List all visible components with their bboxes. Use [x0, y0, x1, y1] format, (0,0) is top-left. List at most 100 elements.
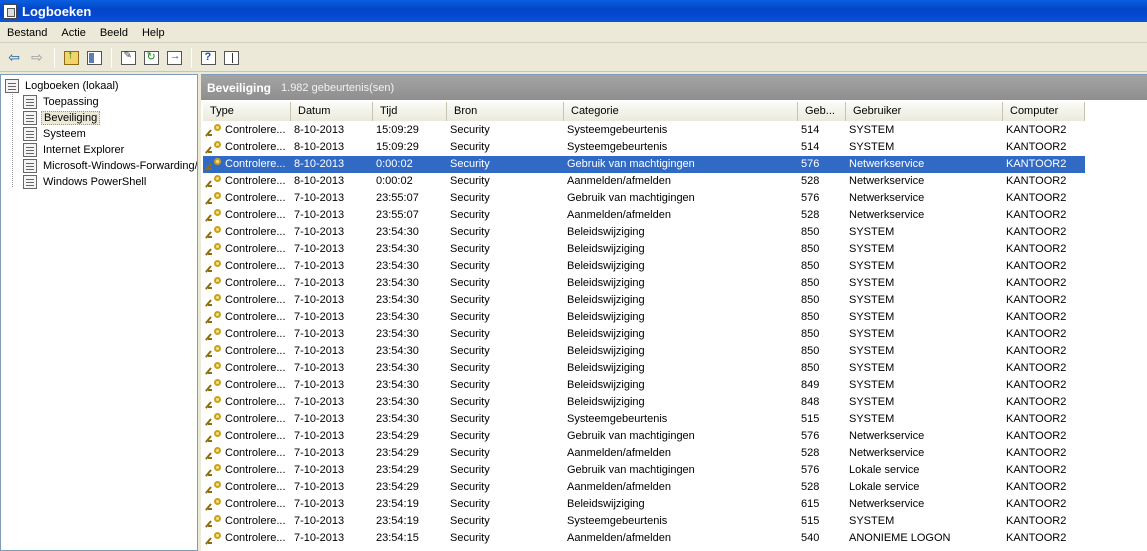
cell-bron: Security — [450, 396, 490, 408]
forward-arrow-icon: ⇨ — [31, 49, 43, 65]
cell-type-label: Controlere... — [225, 277, 286, 289]
table-row[interactable]: Controlere... 7-10-2013 23:54:15 Security Aa… — [203, 530, 1085, 547]
tree-item-systeem[interactable]: Systeem — [23, 126, 88, 142]
column-header-datum[interactable]: Datum — [291, 102, 373, 121]
cell-datum: 7-10-2013 — [294, 379, 345, 391]
menu-actie[interactable]: Actie — [54, 27, 92, 39]
menu-beeld[interactable]: Beeld — [93, 27, 135, 39]
table-row[interactable]: Controlere... 7-10-2013 23:55:07 Security Ge… — [203, 190, 1085, 207]
table-row[interactable]: Controlere... 7-10-2013 23:54:30 Security Sy… — [203, 411, 1085, 428]
cell-type-label: Controlere... — [225, 481, 286, 493]
log-icon — [23, 159, 37, 173]
cell-bron: Security — [450, 192, 490, 204]
table-row[interactable]: Controlere... 8-10-2013 15:09:29 Security Sy… — [203, 139, 1085, 156]
console-tree[interactable]: Logboeken (lokaal) Toepassing Beveiligin… — [0, 74, 198, 551]
toolbar: ⇦ ⇨ — [0, 44, 1147, 72]
cell-type-label: Controlere... — [225, 430, 286, 442]
table-row[interactable]: Controlere... 7-10-2013 23:55:07 Security Aa… — [203, 207, 1085, 224]
cell-categorie: Beleidswijziging — [567, 328, 645, 340]
table-row[interactable]: Controlere... 8-10-2013 0:00:02 Security Aan… — [203, 173, 1085, 190]
table-row[interactable]: Controlere... 7-10-2013 23:54:30 Security Be… — [203, 377, 1085, 394]
forward-button[interactable]: ⇨ — [26, 47, 48, 69]
cell-gebruiker: Netwerkservice — [846, 156, 1003, 173]
table-row[interactable]: Controlere... 7-10-2013 23:54:30 Security Be… — [203, 241, 1085, 258]
cell-type-label: Controlere... — [225, 243, 286, 255]
table-row[interactable]: Controlere... 7-10-2013 23:54:30 Security Be… — [203, 394, 1085, 411]
cell-type-label: Controlere... — [225, 532, 286, 544]
cell-gebruiker: SYSTEM — [849, 294, 895, 306]
tree-item-powershell[interactable]: Windows PowerShell — [23, 174, 148, 190]
up-one-level-button[interactable] — [60, 47, 82, 69]
menu-help[interactable]: Help — [135, 27, 172, 39]
table-row[interactable]: Controlere... 7-10-2013 23:54:30 Security Be… — [203, 309, 1085, 326]
cell-datum: 7-10-2013 — [294, 277, 345, 289]
table-row[interactable]: Controlere... 8-10-2013 0:00:02 Security Geb… — [203, 156, 1085, 173]
export-list-button[interactable] — [163, 47, 185, 69]
toolbar-separator — [191, 47, 192, 68]
cell-datum: 7-10-2013 — [294, 294, 345, 306]
back-arrow-icon: ⇦ — [8, 49, 20, 65]
event-list[interactable]: Type Datum Tijd Bron Categorie Geb... Ge… — [201, 102, 1147, 551]
back-button[interactable]: ⇦ — [3, 47, 25, 69]
table-row[interactable]: Controlere... 7-10-2013 23:54:29 Security Ge… — [203, 428, 1085, 445]
table-row[interactable]: Controlere... 7-10-2013 23:54:29 Security Aa… — [203, 479, 1085, 496]
cell-computer: KANTOOR2 — [1006, 447, 1067, 459]
cell-computer: KANTOOR2 — [1006, 345, 1067, 357]
tree-item-beveiliging[interactable]: Beveiliging — [23, 110, 101, 126]
table-row[interactable]: Controlere... 7-10-2013 23:54:19 Security Be… — [203, 496, 1085, 513]
refresh-button[interactable] — [140, 47, 162, 69]
cell-tijd: 0:00:02 — [373, 156, 447, 173]
cell-type: Controlere... — [203, 394, 291, 411]
table-row[interactable]: Controlere... 7-10-2013 23:54:30 Security Be… — [203, 326, 1085, 343]
table-row[interactable]: Controlere... 7-10-2013 23:54:30 Security Be… — [203, 343, 1085, 360]
cell-gebeurtenis: 576 — [801, 464, 820, 476]
audit-success-key-icon — [205, 531, 222, 546]
cell-datum: 7-10-2013 — [294, 430, 345, 442]
cell-datum: 7-10-2013 — [294, 413, 345, 425]
column-header-gebruiker[interactable]: Gebruiker — [846, 102, 1003, 121]
tree-item-root[interactable]: Logboeken (lokaal) — [5, 78, 121, 94]
cell-type-label: Controlere... — [225, 345, 286, 357]
tree-item-label: Beveiliging — [41, 111, 101, 125]
cell-bron: Security — [450, 447, 490, 459]
cell-type: Controlere... — [203, 360, 291, 377]
tree-item-internet-explorer[interactable]: Internet Explorer — [23, 142, 126, 158]
column-header-categorie[interactable]: Categorie — [564, 102, 798, 121]
cell-datum: 7-10-2013 — [294, 532, 345, 544]
cell-bron: Security — [450, 260, 490, 272]
table-row[interactable]: Controlere... 7-10-2013 23:54:30 Security Be… — [203, 258, 1085, 275]
table-row[interactable]: Controlere... 7-10-2013 23:54:19 Security Sy… — [203, 513, 1085, 530]
table-row[interactable]: Controlere... 7-10-2013 23:54:30 Security Be… — [203, 292, 1085, 309]
properties-button[interactable] — [117, 47, 139, 69]
menu-bestand[interactable]: Bestand — [0, 27, 54, 39]
audit-success-key-icon — [205, 412, 222, 427]
table-row[interactable]: Controlere... 8-10-2013 15:09:29 Security Sy… — [203, 122, 1085, 139]
title-bar[interactable]: Logboeken — [0, 0, 1147, 22]
table-row[interactable]: Controlere... 7-10-2013 23:54:30 Security Be… — [203, 360, 1085, 377]
column-header-tijd[interactable]: Tijd — [373, 102, 447, 121]
cell-bron: Security — [450, 379, 490, 391]
cell-computer: KANTOOR2 — [1006, 311, 1067, 323]
help-button[interactable] — [197, 47, 219, 69]
audit-success-key-icon — [205, 140, 222, 155]
column-header-computer[interactable]: Computer — [1003, 102, 1085, 121]
cell-type: Controlere... — [203, 156, 291, 173]
audit-success-key-icon — [205, 327, 222, 342]
table-row[interactable]: Controlere... 7-10-2013 23:54:29 Security Aa… — [203, 445, 1085, 462]
column-header-gebeurtenis[interactable]: Geb... — [798, 102, 846, 121]
show-hide-tree-button[interactable] — [83, 47, 105, 69]
cell-computer: KANTOOR2 — [1006, 260, 1067, 272]
table-row[interactable]: Controlere... 7-10-2013 23:54:29 Security Ge… — [203, 462, 1085, 479]
column-header-bron[interactable]: Bron — [447, 102, 564, 121]
tree-item-forwarding[interactable]: Microsoft-Windows-Forwarding/ — [23, 158, 197, 174]
tree-item-toepassing[interactable]: Toepassing — [23, 94, 101, 110]
cell-gebeurtenis: 514 — [801, 124, 820, 136]
table-row[interactable]: Controlere... 7-10-2013 23:54:30 Security Be… — [203, 275, 1085, 292]
cell-gebruiker: SYSTEM — [849, 379, 895, 391]
cell-type-label: Controlere... — [225, 158, 286, 170]
table-row[interactable]: Controlere... 7-10-2013 23:54:30 Security Be… — [203, 224, 1085, 241]
cell-type: Controlere... — [203, 530, 291, 547]
column-header-type[interactable]: Type — [203, 102, 291, 121]
action-pane-button[interactable] — [220, 47, 242, 69]
cell-gebeurtenis: 576 — [801, 430, 820, 442]
